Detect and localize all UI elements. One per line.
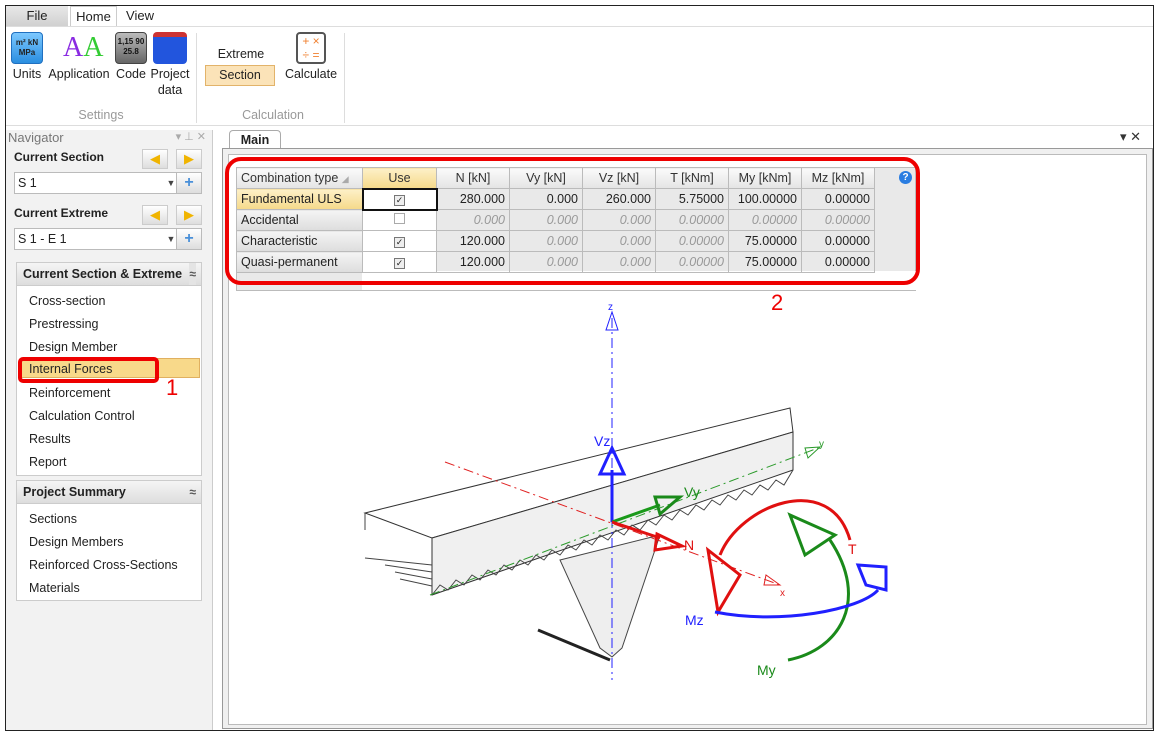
x-axis-label: x xyxy=(780,588,785,599)
n-label: N xyxy=(684,537,694,553)
my-moment-arc xyxy=(787,539,850,662)
mz-moment-cone xyxy=(855,563,888,592)
beam-web xyxy=(559,534,661,658)
mz-label: Mz xyxy=(685,612,704,628)
t-moment-cone xyxy=(705,546,742,617)
my-moment-cone xyxy=(787,512,839,558)
beam xyxy=(363,407,794,662)
z-axis-label: z xyxy=(608,302,613,313)
t-label: T xyxy=(848,541,857,557)
force-diagram: z x y Vz Vy N T My Mz xyxy=(363,302,888,680)
vz-label: Vz xyxy=(594,433,610,449)
y-axis-label: y xyxy=(819,439,824,450)
mz-moment-arc xyxy=(714,588,880,619)
vy-label: Vy xyxy=(684,484,700,500)
t-moment-arc xyxy=(718,499,852,556)
my-label: My xyxy=(757,662,776,678)
